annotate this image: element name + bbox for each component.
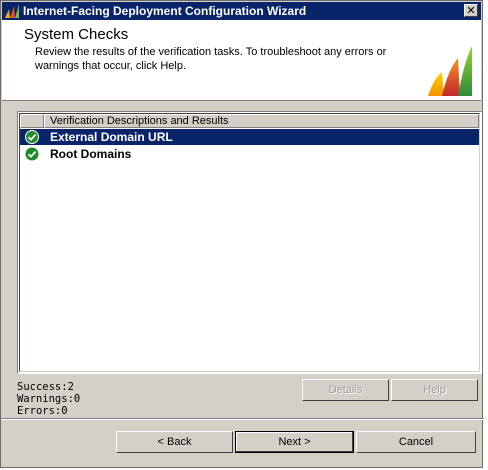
next-button[interactable]: Next > — [235, 431, 354, 453]
verification-list[interactable]: Verification Descriptions and Results Ex… — [17, 111, 482, 374]
description-column-header[interactable]: Verification Descriptions and Results — [44, 114, 479, 128]
warnings-count: Warnings:0 — [17, 393, 81, 405]
errors-count: Errors:0 — [17, 405, 68, 417]
wizard-header: System Checks Review the results of the … — [2, 20, 481, 101]
page-description: Review the results of the verification t… — [35, 46, 387, 72]
title-bar[interactable]: Internet-Facing Deployment Configuration… — [2, 2, 481, 20]
list-item[interactable]: Root Domains — [20, 146, 479, 162]
cancel-button[interactable]: Cancel — [356, 431, 476, 453]
results-summary: Success:2 Warnings:0 Errors:0 — [17, 381, 80, 417]
check-icon — [20, 147, 44, 161]
dynamics-logo-icon — [426, 44, 474, 103]
dynamics-logo-icon — [4, 3, 20, 19]
help-button[interactable]: Help — [391, 379, 478, 401]
wizard-window: Internet-Facing Deployment Configuration… — [0, 0, 484, 468]
details-button[interactable]: Details — [302, 379, 389, 401]
list-header: Verification Descriptions and Results — [20, 114, 479, 128]
list-item-label: External Domain URL — [50, 130, 173, 144]
close-button[interactable]: ✕ — [464, 4, 478, 17]
list-item[interactable]: External Domain URL — [20, 129, 479, 145]
back-button[interactable]: < Back — [116, 431, 233, 453]
status-column-header[interactable] — [20, 114, 44, 128]
window-title: Internet-Facing Deployment Configuration… — [23, 4, 307, 18]
success-count: Success:2 — [17, 381, 74, 393]
page-title: System Checks — [24, 26, 129, 43]
check-icon — [20, 130, 44, 144]
list-item-label: Root Domains — [50, 147, 132, 161]
footer-divider — [1, 418, 484, 420]
